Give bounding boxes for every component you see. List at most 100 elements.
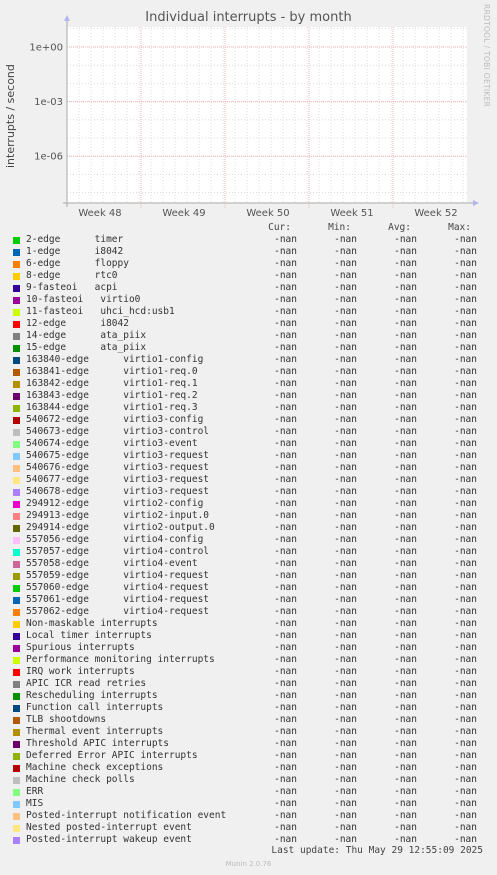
legend-value-cur: -nan: [274, 498, 297, 509]
legend-value-cur: -nan: [274, 510, 297, 521]
legend-value-max: -nan: [454, 582, 477, 593]
legend-row: 540678-edge virtio3-request -nan -nan -nan -…: [0, 486, 497, 498]
legend-row: 12-edge i8042 -nan -nan -nan -nan: [0, 318, 497, 330]
legend-value-min: -nan: [334, 450, 357, 461]
legend-swatch: [13, 657, 20, 664]
legend-value-avg: -nan: [394, 270, 417, 281]
legend-value-cur: -nan: [274, 414, 297, 425]
legend-value-min: -nan: [334, 294, 357, 305]
legend-value-max: -nan: [454, 750, 477, 761]
legend-value-min: -nan: [334, 642, 357, 653]
legend-swatch: [13, 561, 20, 568]
legend-value-min: -nan: [334, 654, 357, 665]
legend-value-min: -nan: [334, 666, 357, 677]
legend-row: 1-edge i8042 -nan -nan -nan -nan: [0, 246, 497, 258]
legend-value-avg: -nan: [394, 546, 417, 557]
legend-value-max: -nan: [454, 774, 477, 785]
legend-row: Machine check polls -nan -nan -nan -nan: [0, 774, 497, 786]
legend-value-min: -nan: [334, 546, 357, 557]
legend-row: 540673-edge virtio3-control -nan -nan -nan -…: [0, 426, 497, 438]
legend-swatch: [13, 801, 20, 808]
legend-value-min: -nan: [334, 342, 357, 353]
legend-value-min: -nan: [334, 582, 357, 593]
legend-value-cur: -nan: [274, 786, 297, 797]
legend-label: 163843-edge virtio1-req.2: [26, 390, 198, 401]
legend-header-avg: Avg:: [388, 222, 411, 233]
legend-label: 163842-edge virtio1-req.1: [26, 378, 198, 389]
y-axis-arrow: [64, 15, 70, 21]
legend-row: Deferred Error APIC interrupts -nan -nan -n…: [0, 750, 497, 762]
legend-value-max: -nan: [454, 762, 477, 773]
legend-swatch: [13, 309, 20, 316]
legend-value-min: -nan: [334, 630, 357, 641]
legend-value-min: -nan: [334, 246, 357, 257]
legend-value-cur: -nan: [274, 546, 297, 557]
legend-label: 11-fasteoi uhci_hcd:usb1: [26, 306, 175, 317]
legend-value-avg: -nan: [394, 630, 417, 641]
legend-value-max: -nan: [454, 342, 477, 353]
legend-value-avg: -nan: [394, 534, 417, 545]
legend-value-avg: -nan: [394, 318, 417, 329]
legend-value-cur: -nan: [274, 666, 297, 677]
legend-swatch: [13, 297, 20, 304]
legend-label: 557060-edge virtio4-request: [26, 582, 210, 593]
legend-value-max: -nan: [454, 390, 477, 401]
legend-row: 540677-edge virtio3-request -nan -nan -nan -…: [0, 474, 497, 486]
legend-value-max: -nan: [454, 486, 477, 497]
legend-label: 557058-edge virtio4-event: [26, 558, 198, 569]
legend-value-max: -nan: [454, 666, 477, 677]
legend-row: 163844-edge virtio1-req.3 -nan -nan -nan -na…: [0, 402, 497, 414]
legend-label: 540676-edge virtio3-request: [26, 462, 210, 473]
legend-row: 163842-edge virtio1-req.1 -nan -nan -nan -na…: [0, 378, 497, 390]
legend-label: Function call interrupts: [26, 702, 164, 713]
legend-header-min: Min:: [328, 222, 351, 233]
legend-label: Thermal event interrupts: [26, 726, 164, 737]
legend-swatch: [13, 705, 20, 712]
legend-value-cur: -nan: [274, 630, 297, 641]
legend-value-cur: -nan: [274, 618, 297, 629]
legend-value-avg: -nan: [394, 702, 417, 713]
legend-value-avg: -nan: [394, 678, 417, 689]
legend-value-max: -nan: [454, 534, 477, 545]
legend-value-avg: -nan: [394, 246, 417, 257]
legend-swatch: [13, 837, 20, 844]
legend-header-cur: Cur:: [268, 222, 291, 233]
legend-swatch: [13, 417, 20, 424]
legend-row: 540674-edge virtio3-event -nan -nan -nan -na…: [0, 438, 497, 450]
legend-value-max: -nan: [454, 318, 477, 329]
legend-label: Local timer interrupts: [26, 630, 152, 641]
legend-value-min: -nan: [334, 534, 357, 545]
legend-value-avg: -nan: [394, 510, 417, 521]
legend-value-max: -nan: [454, 246, 477, 257]
legend-value-max: -nan: [454, 738, 477, 749]
legend-label: 540675-edge virtio3-request: [26, 450, 210, 461]
legend-value-min: -nan: [334, 258, 357, 269]
legend-row: Rescheduling interrupts -nan -nan -nan -nan: [0, 690, 497, 702]
legend-label: Nested posted-interrupt event: [26, 822, 192, 833]
legend-row: 557058-edge virtio4-event -nan -nan -nan -na…: [0, 558, 497, 570]
legend-value-max: -nan: [454, 726, 477, 737]
legend-value-cur: -nan: [274, 534, 297, 545]
legend-value-cur: -nan: [274, 810, 297, 821]
legend-label: Machine check exceptions: [26, 762, 164, 773]
legend-value-min: -nan: [334, 726, 357, 737]
legend-value-avg: -nan: [394, 570, 417, 581]
legend-row: 294914-edge virtio2-output.0 -nan -nan -nan…: [0, 522, 497, 534]
legend-label: Performance monitoring interrupts: [26, 654, 215, 665]
legend-swatch: [13, 237, 20, 244]
legend-label: 557057-edge virtio4-control: [26, 546, 210, 557]
legend-value-cur: -nan: [274, 450, 297, 461]
legend-value-avg: -nan: [394, 414, 417, 425]
legend-value-max: -nan: [454, 306, 477, 317]
legend-swatch: [13, 813, 20, 820]
legend-row: Machine check exceptions -nan -nan -nan -nan: [0, 762, 497, 774]
legend-value-min: -nan: [334, 702, 357, 713]
legend-swatch: [13, 525, 20, 532]
legend-value-cur: -nan: [274, 438, 297, 449]
legend-value-cur: -nan: [274, 738, 297, 749]
legend-value-max: -nan: [454, 570, 477, 581]
legend-swatch: [13, 753, 20, 760]
legend-label: Spurious interrupts: [26, 642, 135, 653]
legend-value-cur: -nan: [274, 654, 297, 665]
legend-value-min: -nan: [334, 522, 357, 533]
